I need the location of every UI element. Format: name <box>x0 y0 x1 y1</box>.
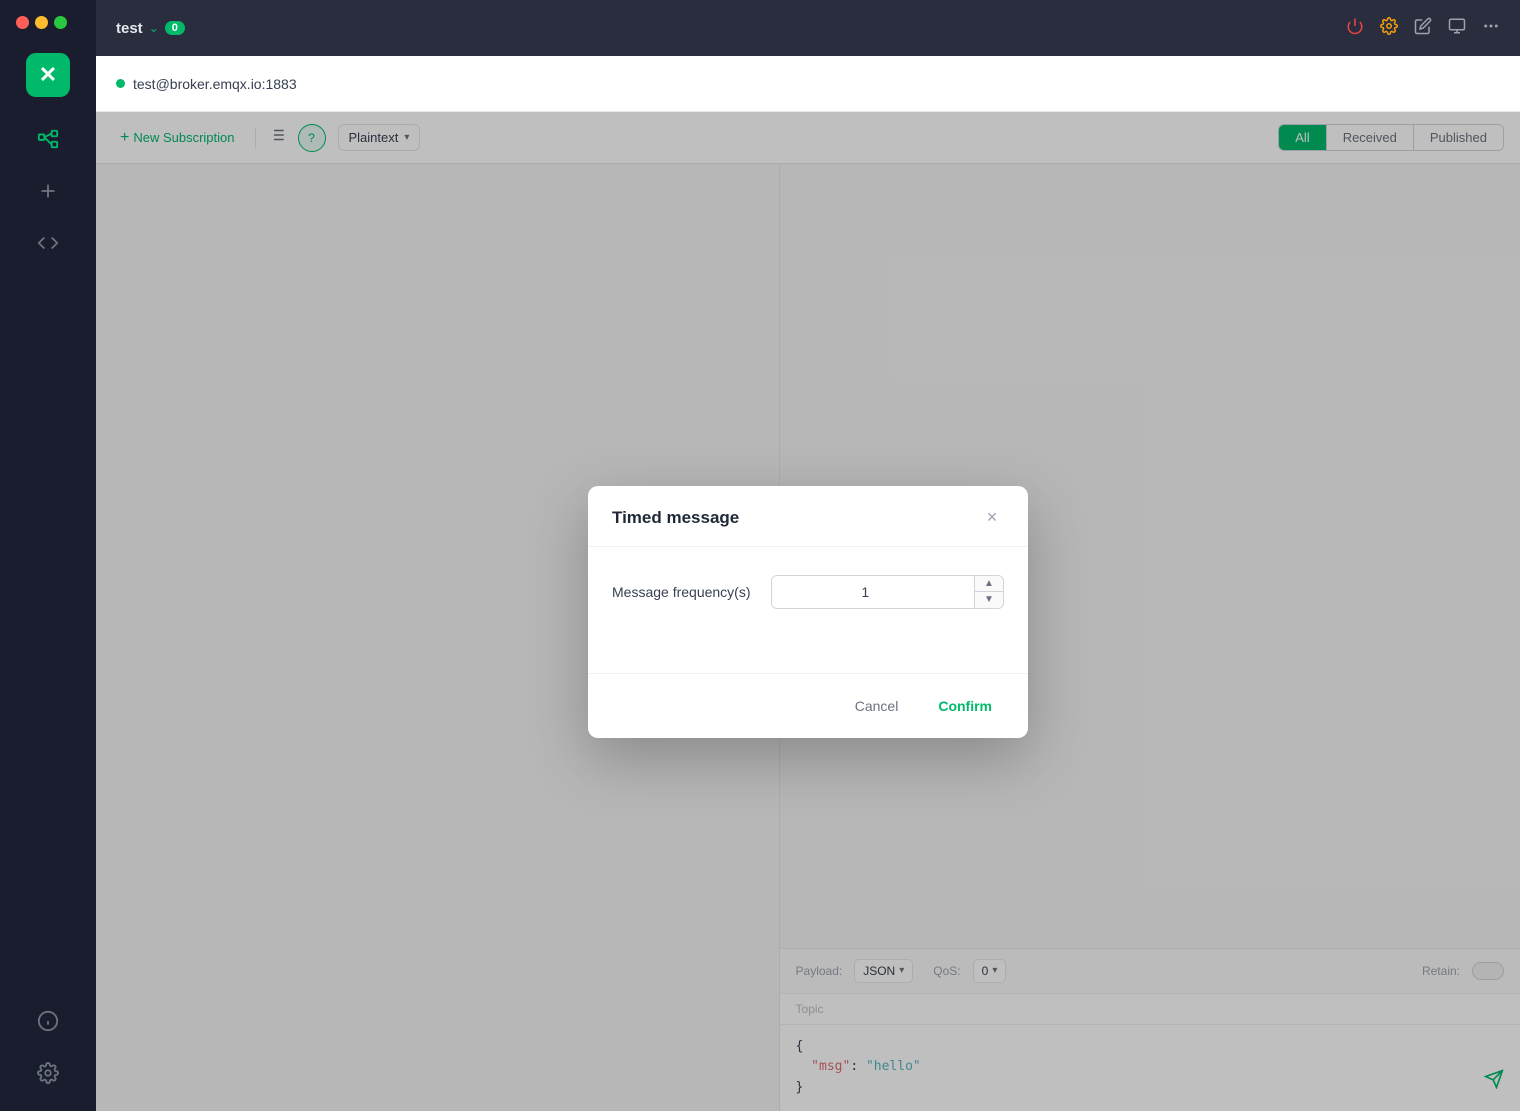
connection-tab[interactable]: test ⌄ 0 <box>116 20 185 37</box>
spinner-buttons: ▲ ▼ <box>974 576 1003 608</box>
frequency-input[interactable] <box>772 576 974 608</box>
confirm-button[interactable]: Confirm <box>926 690 1004 722</box>
app-logo: ✕ <box>26 53 70 97</box>
spinner-down-button[interactable]: ▼ <box>975 592 1003 608</box>
chevron-down-icon: ⌄ <box>149 21 159 35</box>
frequency-label: Message frequency(s) <box>612 584 751 600</box>
sidebar-item-scripts[interactable] <box>26 221 70 265</box>
traffic-lights <box>0 16 67 29</box>
fullscreen-traffic-light[interactable] <box>54 16 67 29</box>
dialog-title: Timed message <box>612 508 739 528</box>
content-area: + New Subscription ? Plaintext ▾ <box>96 112 1520 1111</box>
topbar: test ⌄ 0 <box>96 0 1520 56</box>
cancel-button[interactable]: Cancel <box>843 690 911 722</box>
sidebar-item-add[interactable] <box>26 169 70 213</box>
power-icon[interactable] <box>1346 17 1364 40</box>
chevron-up-icon: ▲ <box>984 578 994 589</box>
settings-icon[interactable] <box>1380 17 1398 40</box>
connection-status-dot <box>116 79 125 88</box>
connection-bar: test@broker.emqx.io:1883 <box>96 56 1520 112</box>
timed-message-dialog: Timed message × Message frequency(s) ▲ ▼ <box>588 486 1028 738</box>
sidebar-item-settings[interactable] <box>26 1051 70 1095</box>
dialog-close-button[interactable]: × <box>980 506 1004 530</box>
connection-address: test@broker.emqx.io:1883 <box>133 76 297 92</box>
close-traffic-light[interactable] <box>16 16 29 29</box>
sidebar-item-info[interactable] <box>26 999 70 1043</box>
chevron-down-icon: ▼ <box>984 594 994 605</box>
message-badge: 0 <box>165 21 185 35</box>
dialog-spacer <box>588 633 1028 673</box>
modal-overlay: Timed message × Message frequency(s) ▲ ▼ <box>96 112 1520 1111</box>
monitor-icon[interactable] <box>1448 17 1466 40</box>
dialog-body: Message frequency(s) ▲ ▼ <box>588 547 1028 633</box>
frequency-input-wrap: ▲ ▼ <box>771 575 1004 609</box>
minimize-traffic-light[interactable] <box>35 16 48 29</box>
dialog-footer: Cancel Confirm <box>588 673 1028 738</box>
topbar-actions <box>1346 17 1500 40</box>
connection-tab-name: test <box>116 20 143 37</box>
edit-icon[interactable] <box>1414 17 1432 40</box>
spinner-up-button[interactable]: ▲ <box>975 576 1003 593</box>
dialog-header: Timed message × <box>588 486 1028 547</box>
main-area: test ⌄ 0 <box>96 0 1520 1111</box>
sidebar-item-connections[interactable] <box>26 117 70 161</box>
sidebar: ✕ <box>0 0 96 1111</box>
more-icon[interactable] <box>1482 17 1500 40</box>
